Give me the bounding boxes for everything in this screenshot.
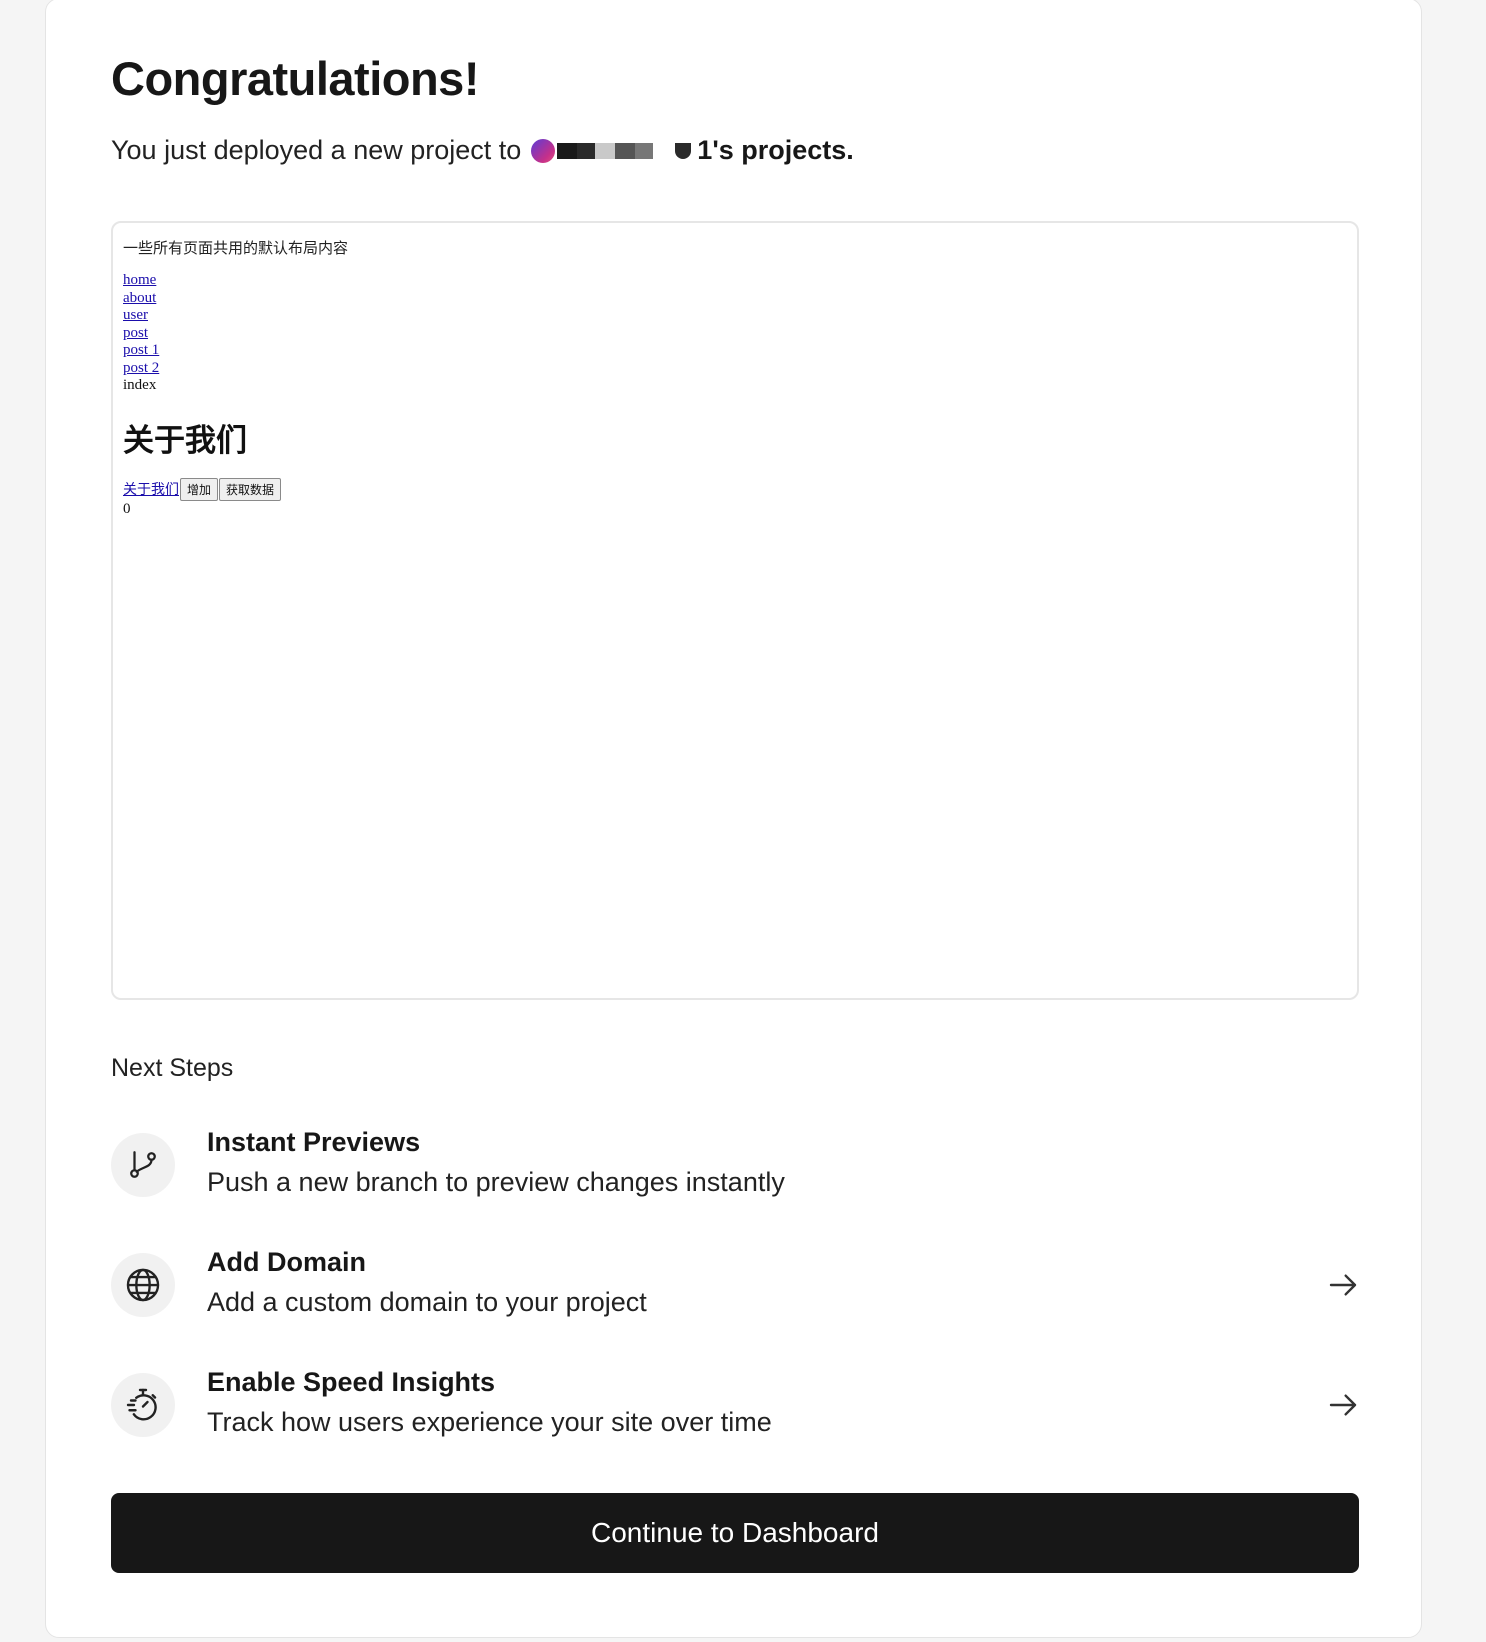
page-title: Congratulations! (111, 52, 479, 105)
step-speed-insights[interactable]: Enable Speed Insights Track how users ex… (111, 1367, 1359, 1441)
redacted-team-name (557, 142, 692, 160)
step-instant-previews[interactable]: Instant Previews Push a new branch to pr… (111, 1127, 1359, 1201)
step-title: Add Domain (207, 1247, 366, 1277)
congrats-card: Congratulations! You just deployed a new… (45, 0, 1422, 1638)
preview-nav-user[interactable]: user (123, 307, 348, 325)
preview-nav: home about user post post 1 post 2 index (123, 272, 348, 395)
step-title: Enable Speed Insights (207, 1367, 496, 1397)
preview-page: 一些所有页面共用的默认布局内容 home about user post pos… (123, 237, 348, 518)
preview-actions: 关于我们 增加 获取数据 (123, 477, 348, 501)
step-description: Add a custom domain to your project (207, 1287, 647, 1317)
preview-nav-post-1[interactable]: post 1 (123, 342, 348, 360)
preview-nav-post[interactable]: post (123, 325, 348, 343)
arrow-right-icon[interactable] (1327, 1389, 1359, 1421)
preview-nav-home[interactable]: home (123, 272, 348, 290)
team-avatar (531, 138, 556, 163)
preview-nav-post-2[interactable]: post 2 (123, 360, 348, 378)
preview-nav-about[interactable]: about (123, 290, 348, 308)
step-description: Push a new branch to preview changes ins… (207, 1167, 785, 1197)
step-add-domain[interactable]: Add Domain Add a custom domain to your p… (111, 1247, 1359, 1321)
arrow-right-icon[interactable] (1327, 1269, 1359, 1301)
next-steps-label: Next Steps (111, 1054, 234, 1082)
preview-about-link[interactable]: 关于我们 (123, 479, 179, 499)
preview-count: 0 (123, 500, 131, 517)
preview-add-button[interactable]: 增加 (180, 477, 219, 501)
deployment-preview[interactable]: 一些所有页面共用的默认布局内容 home about user post pos… (111, 221, 1359, 1000)
git-branch-icon (111, 1133, 175, 1197)
continue-to-dashboard-button[interactable]: Continue to Dashboard (111, 1493, 1359, 1573)
preview-heading: 关于我们 (123, 422, 247, 459)
deployed-message: You just deployed a new project to 1's p… (111, 135, 854, 166)
globe-icon (111, 1253, 175, 1317)
stopwatch-icon (111, 1373, 175, 1437)
deployed-prefix: You just deployed a new project to (111, 135, 522, 165)
step-description: Track how users experience your site ove… (207, 1407, 772, 1437)
preview-fetch-button[interactable]: 获取数据 (219, 477, 282, 501)
step-title: Instant Previews (207, 1127, 421, 1157)
team-name[interactable]: 1's projects. (697, 135, 854, 166)
preview-layout-text: 一些所有页面共用的默认布局内容 (123, 239, 349, 257)
preview-nav-index: index (123, 377, 157, 393)
